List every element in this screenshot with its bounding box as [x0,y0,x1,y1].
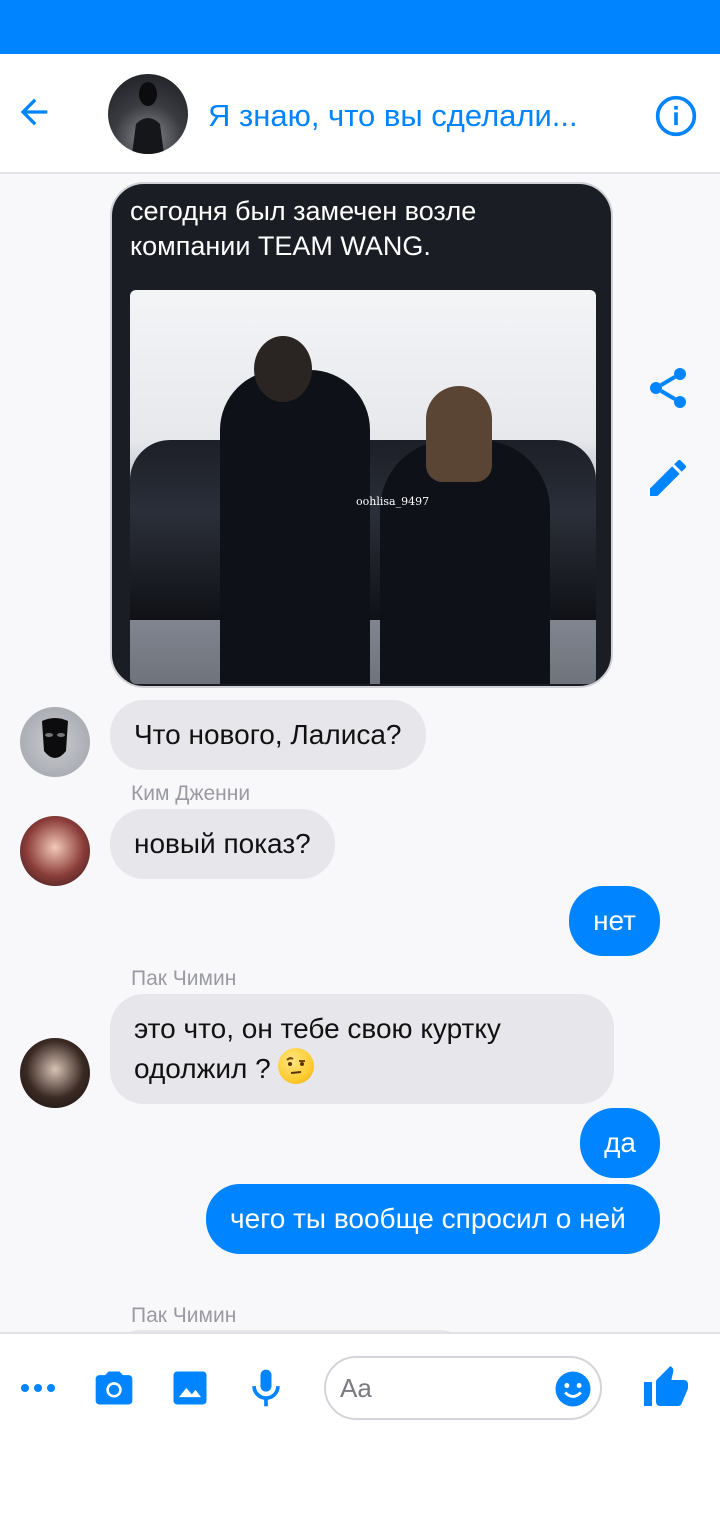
share-icon[interactable] [644,364,692,412]
message-bubble-outgoing[interactable]: да [580,1108,660,1178]
conversation-title[interactable]: Я знаю, что вы сделали... [208,98,628,134]
message-composer [0,1332,720,1520]
photo[interactable]: oohlisa_9497 [130,290,596,684]
edit-pencil-icon[interactable] [644,454,692,502]
message-bubble-incoming[interactable]: Что нового, Лалиса? [110,700,426,770]
message-input-wrapper[interactable] [324,1356,602,1420]
more-options-icon[interactable] [16,1366,60,1410]
person-right-head [426,386,492,482]
person-left [220,370,370,684]
message-bubble-outgoing[interactable]: нет [569,886,660,956]
info-icon[interactable] [654,94,698,138]
sender-name: Пак Чимин [131,1304,237,1327]
message-bubble-incoming[interactable]: новый показ? [110,809,335,879]
back-arrow-icon[interactable] [14,92,54,132]
conversation-header: Я знаю, что вы сделали... [0,54,720,174]
emoji-smiley-icon[interactable] [552,1368,594,1410]
image-watermark: oohlisa_9497 [356,495,430,508]
image-caption: сегодня был замечен возле компании TEAM … [130,196,477,261]
avatar[interactable] [20,707,90,777]
message-text: это что, он тебе свою куртку одолжил ? [134,1013,501,1084]
avatar[interactable] [20,1038,90,1108]
raised-eyebrow-emoji-icon [278,1048,315,1084]
message-bubble-incoming[interactable]: это что, он тебе свою куртку одолжил ? [110,994,614,1104]
message-input[interactable] [340,1368,540,1408]
avatar[interactable] [20,816,90,886]
person-left-head [254,336,312,402]
status-bar [0,0,720,54]
sender-name: Пак Чимин [131,967,237,990]
microphone-icon[interactable] [244,1366,288,1410]
camera-icon[interactable] [92,1366,136,1410]
group-avatar[interactable] [108,74,188,154]
message-list[interactable]: сегодня был замечен возле компании TEAM … [0,176,720,1332]
sender-name: Ким Дженни [131,782,251,805]
shared-image-message[interactable]: сегодня был замечен возле компании TEAM … [110,182,613,688]
message-bubble-outgoing[interactable]: чего ты вообще спросил о ней [206,1184,660,1254]
thumbs-up-icon[interactable] [642,1364,690,1412]
gallery-image-icon[interactable] [168,1366,212,1410]
